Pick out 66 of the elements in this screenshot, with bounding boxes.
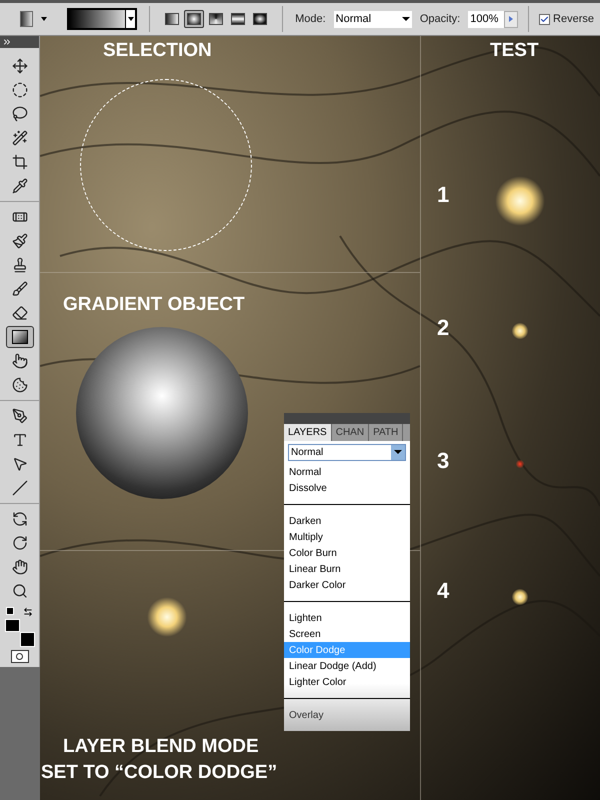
slider-arrow-button[interactable] [504,10,518,28]
arrow-pointer-icon [12,456,28,472]
brush-icon [12,281,28,297]
panel-tab[interactable]: LAYERS [284,424,332,441]
canvas-label: 3 [437,450,450,472]
lasso-icon [12,106,28,122]
blend-mode-option[interactable]: Dissolve [284,480,410,496]
light-glow [147,597,187,637]
blend-mode-option[interactable]: Darker Color [284,577,410,593]
swap-colors-icon[interactable] [23,607,33,617]
wand-icon [12,130,28,146]
radial-gradient-button[interactable] [184,10,204,28]
stamp-icon [12,257,28,273]
blend-mode-option[interactable]: Color Burn [284,545,410,561]
blend-mode-option[interactable]: Lighten [284,610,410,626]
blend-mode-option[interactable]: Linear Dodge (Add) [284,658,410,674]
canvas-label: 4 [437,580,450,602]
canvas-label: LAYER BLEND MODE [63,737,259,756]
type-icon [12,432,28,448]
zoom-icon [12,583,28,599]
line-icon [12,480,28,496]
blend-mode-option[interactable]: Normal [284,464,410,480]
canvas-label: SELECTION [103,41,212,60]
blend-mode-option[interactable]: Multiply [284,529,410,545]
caret-icon [128,17,134,21]
gradient-picker[interactable] [67,8,138,30]
canvas-label: TEST [490,41,539,60]
canvas-label: 2 [437,317,450,339]
finger-icon [12,353,28,369]
dashed-circle-icon [12,82,28,98]
light-glow [516,460,524,468]
canvas-label: GRADIENT OBJECT [63,295,245,314]
hand-icon [12,559,28,575]
opacity-field[interactable]: 100% [468,10,504,28]
eraser-icon [12,305,28,321]
blend-mode-option[interactable]: Overlay [284,707,410,723]
opacity-label: Opacity: [420,12,460,27]
background-color-swatch[interactable] [20,632,34,647]
brush-icon [12,233,28,249]
canvas-label: SET TO “COLOR DODGE” [41,763,278,782]
blend-mode-select[interactable]: Normal [288,444,406,461]
pen-icon [12,408,28,424]
reverse-label: Reverse [553,12,594,27]
caret-icon[interactable] [41,17,48,21]
gradient-tool-button[interactable] [6,326,34,348]
rotate-icon [12,511,28,527]
rotate-icon [12,535,28,551]
light-glow [512,323,528,339]
move-tool-icon [12,58,28,74]
mode-label: Mode: [295,12,326,27]
blend-mode-option[interactable]: Screen [284,626,410,642]
reverse-checkbox[interactable] [539,14,550,24]
eyedropper-icon [12,178,28,194]
preset-gradient-icon[interactable] [20,11,34,27]
blend-mode-option[interactable]: Linear Burn [284,561,410,577]
quick-mask-icon[interactable] [10,650,28,663]
mode-select[interactable]: Normal [334,10,412,28]
foreground-color-swatch[interactable] [4,619,20,632]
crop-icon [12,154,28,170]
gradient-tool-icon [12,330,28,344]
blend-mode-option[interactable]: Darken [284,513,410,529]
light-glow [512,589,528,605]
default-colors-icon[interactable] [6,607,14,615]
canvas-label: 1 [437,184,450,206]
collapse-icon[interactable] [2,37,12,47]
blend-mode-option[interactable]: Lighter Color [284,674,410,690]
